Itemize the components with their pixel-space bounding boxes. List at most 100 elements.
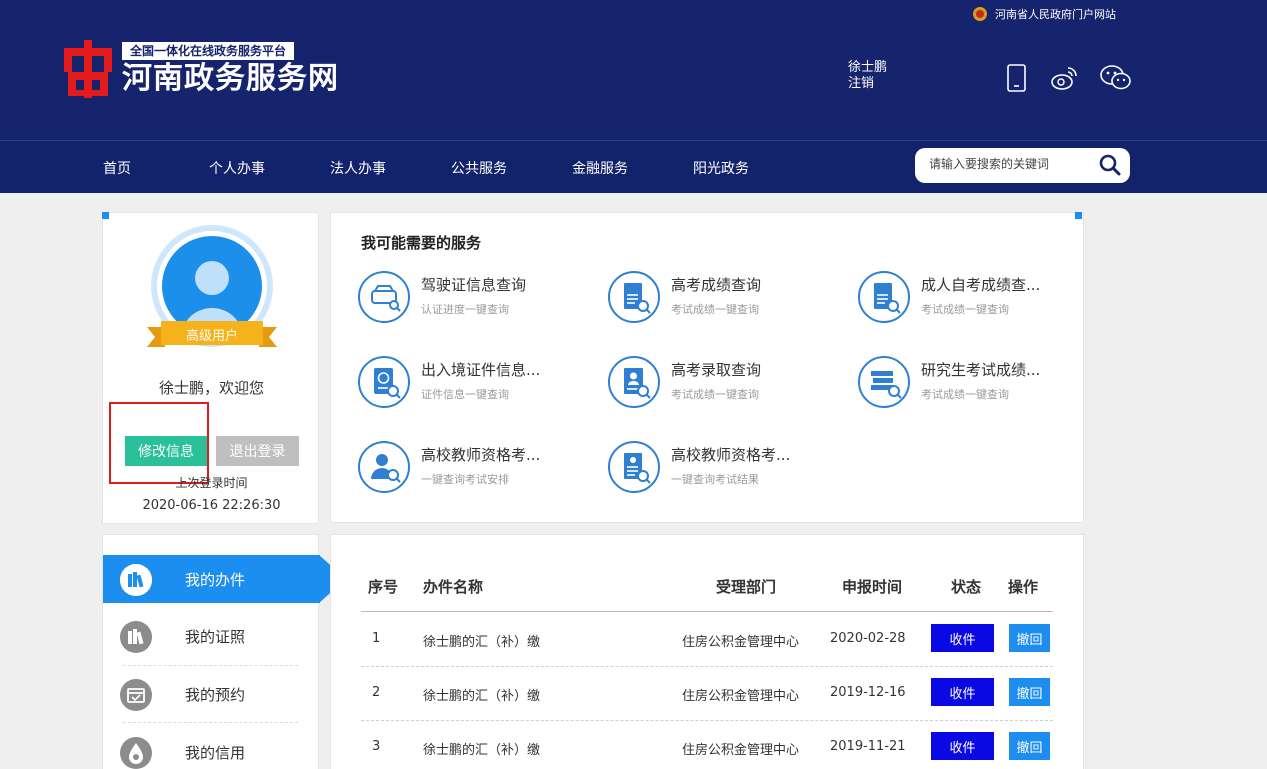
service-name: 成人自考成绩查...: [921, 276, 1041, 294]
nav-legal-entity[interactable]: 法人办事: [330, 158, 386, 178]
logo-title: 河南政务服务网: [122, 61, 339, 96]
header-icons: [1006, 64, 1132, 92]
calendar-icon: [120, 679, 152, 711]
cell-no: 2: [372, 685, 381, 700]
col-header-action: 操作: [1008, 578, 1039, 596]
logo-subtitle: 全国一体化在线政务服务平台: [122, 42, 295, 60]
weibo-icon[interactable]: [1050, 64, 1078, 92]
cell-name[interactable]: 徐士鹏的汇（补）缴: [423, 685, 540, 704]
services-card: 我可能需要的服务 驾驶证信息查询 认证进度一键查询 高考成绩查询 考试成绩一键查…: [330, 212, 1084, 523]
service-desc: 考试成绩一键查询: [921, 388, 1009, 401]
nav-home[interactable]: 首页: [103, 158, 131, 178]
nav-public-service[interactable]: 公共服务: [451, 158, 507, 178]
nav-finance[interactable]: 金融服务: [572, 158, 628, 178]
nav-sunshine-gov[interactable]: 阳光政务: [693, 158, 749, 178]
withdraw-button[interactable]: 撤回: [1009, 624, 1050, 652]
mobile-icon[interactable]: [1006, 64, 1028, 92]
service-item[interactable]: 出入境证件信息... 证件信息一键查询: [357, 355, 597, 415]
menu-item-my-appointments[interactable]: 我的预约: [103, 666, 320, 723]
gov-portal-label: 河南省人民政府门户网站: [995, 8, 1116, 21]
books-search-icon: [857, 355, 911, 409]
site-header: 河南省人民政府门户网站 全国一体化在线政务服务平台 河南政务服务网 徐士鹏 注销: [0, 0, 1267, 193]
search-icon[interactable]: [1099, 154, 1121, 180]
service-name: 驾驶证信息查询: [421, 276, 527, 294]
status-receive-button[interactable]: 收件: [931, 732, 994, 760]
wechat-icon[interactable]: [1100, 64, 1132, 92]
service-desc: 一键查询考试结果: [671, 473, 759, 486]
last-login-label: 上次登录时间: [175, 476, 248, 490]
menu-item-my-licenses[interactable]: 我的证照: [103, 608, 320, 665]
henan-logo-icon: [64, 40, 112, 98]
last-login-time: 2020-06-16 22:26:30: [142, 498, 281, 513]
col-header-date: 申报时间: [842, 578, 903, 596]
service-desc: 一键查询考试安排: [421, 473, 509, 486]
status-receive-button[interactable]: 收件: [931, 624, 994, 652]
cell-name[interactable]: 徐士鹏的汇（补）缴: [423, 631, 540, 650]
services-title: 我可能需要的服务: [361, 234, 482, 252]
service-item[interactable]: 驾驶证信息查询 认证进度一键查询: [357, 270, 597, 330]
table-row: 1 徐士鹏的汇（补）缴 住房公积金管理中心 2020-02-28 收件 撤回: [331, 612, 1085, 666]
logout-button[interactable]: 退出登录: [216, 436, 299, 466]
cell-dept: 住房公积金管理中心: [682, 743, 800, 758]
col-header-no: 序号: [368, 578, 399, 596]
welcome-text: 徐士鹏，欢迎您: [158, 379, 264, 397]
corner-marker: [102, 212, 109, 219]
cell-date: 2019-11-21: [830, 739, 906, 754]
service-item[interactable]: 高校教师资格考... 一键查询考试安排: [357, 440, 597, 500]
menu-item-my-credit[interactable]: 我的信用: [103, 724, 320, 769]
service-desc: 考试成绩一键查询: [671, 388, 759, 401]
service-desc: 考试成绩一键查询: [671, 303, 759, 316]
search-box: [915, 148, 1130, 183]
header-logout-link[interactable]: 注销: [848, 76, 887, 92]
col-header-name: 办件名称: [423, 578, 484, 596]
user-box: 徐士鹏 注销: [848, 60, 887, 92]
level-ribbon: 高级用户: [147, 319, 277, 351]
menu-label-my-appointments: 我的预约: [185, 686, 246, 704]
books-icon: [120, 564, 152, 596]
col-header-status: 状态: [951, 578, 982, 596]
status-receive-button[interactable]: 收件: [931, 678, 994, 706]
corner-marker: [1075, 212, 1082, 219]
site-logo[interactable]: 全国一体化在线政务服务平台 河南政务服务网: [64, 40, 339, 98]
service-item[interactable]: 研究生考试成绩... 考试成绩一键查询: [857, 355, 1097, 415]
service-item[interactable]: 高考成绩查询 考试成绩一键查询: [607, 270, 847, 330]
cell-no: 3: [372, 739, 381, 754]
withdraw-button[interactable]: 撤回: [1009, 678, 1050, 706]
col-header-dept: 受理部门: [716, 578, 777, 596]
header-user-name[interactable]: 徐士鹏: [848, 60, 887, 76]
cell-no: 1: [372, 631, 381, 646]
service-name: 高考成绩查询: [671, 276, 762, 294]
menu-label-my-licenses: 我的证照: [185, 628, 246, 646]
service-item[interactable]: 高校教师资格考... 一键查询考试结果: [607, 440, 847, 500]
menu-item-my-cases[interactable]: 我的办件: [103, 551, 320, 608]
cell-date: 2020-02-28: [830, 631, 906, 646]
withdraw-button[interactable]: 撤回: [1009, 732, 1050, 760]
menu-label-my-credit: 我的信用: [185, 744, 246, 762]
service-item[interactable]: 成人自考成绩查... 考试成绩一键查询: [857, 270, 1097, 330]
table-row: 2 徐士鹏的汇（补）缴 住房公积金管理中心 2019-12-16 收件 撤回: [331, 666, 1085, 720]
car-search-icon: [357, 270, 411, 324]
level-label: 高级用户: [185, 329, 238, 344]
cell-name[interactable]: 徐士鹏的汇（补）缴: [423, 739, 540, 758]
document-search-icon: [607, 270, 661, 324]
cell-date: 2019-12-16: [830, 685, 906, 700]
menu-divider: [123, 722, 298, 723]
gov-portal-link[interactable]: 河南省人民政府门户网站: [973, 6, 1116, 22]
search-input[interactable]: [929, 157, 1089, 171]
cell-dept: 住房公积金管理中心: [682, 635, 800, 650]
service-desc: 认证进度一键查询: [421, 303, 509, 316]
service-item[interactable]: 高考录取查询 考试成绩一键查询: [607, 355, 847, 415]
admission-search-icon: [607, 355, 661, 409]
service-name: 出入境证件信息...: [421, 361, 541, 379]
edit-info-button[interactable]: 修改信息: [125, 436, 207, 466]
service-name: 高校教师资格考...: [421, 446, 541, 464]
credit-drop-icon: [120, 737, 152, 769]
cell-dept: 住房公积金管理中心: [682, 689, 800, 704]
service-desc: 证件信息一键查询: [421, 388, 509, 401]
nav-personal[interactable]: 个人办事: [209, 158, 265, 178]
national-emblem-icon: [973, 7, 987, 21]
teacher-search-icon: [357, 440, 411, 494]
books-icon: [120, 621, 152, 653]
profile-card: 高级用户 徐士鹏，欢迎您 修改信息 退出登录 上次登录时间 2020-06-16…: [102, 212, 319, 524]
service-name: 高校教师资格考...: [671, 446, 791, 464]
